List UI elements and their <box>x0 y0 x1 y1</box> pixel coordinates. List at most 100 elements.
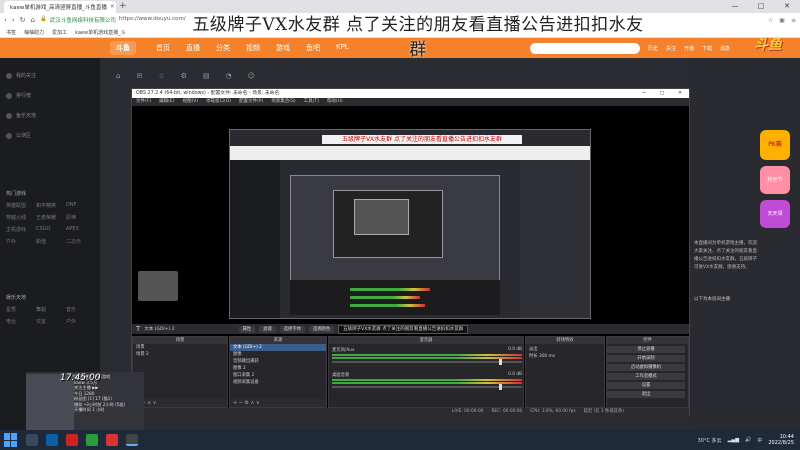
windows-start-icon[interactable] <box>4 433 18 447</box>
game-link[interactable]: 和平精英 <box>36 202 66 209</box>
follow-link[interactable]: 关注 <box>666 45 676 52</box>
scene-item[interactable]: 场景 2 <box>133 351 227 358</box>
game-link[interactable]: 穿越火线 <box>6 214 36 221</box>
smile-icon[interactable]: ☺ <box>248 72 255 80</box>
star-icon[interactable]: ☆ <box>768 17 773 24</box>
start-recording-button[interactable]: 开始录制 <box>607 355 685 362</box>
menu-icon[interactable]: ≡ <box>791 17 796 24</box>
menu-scene-collection[interactable]: 场景集合(S) <box>271 98 295 106</box>
extension-icon[interactable]: ▣ <box>779 17 785 24</box>
game-link[interactable]: 户外 <box>6 238 36 245</box>
virtual-camera-button[interactable]: 启动虚拟摄像机 <box>607 364 685 371</box>
menu-tools[interactable]: 工具(T) <box>304 98 319 106</box>
app-icon[interactable] <box>66 434 78 446</box>
clock-icon[interactable]: ◔ <box>226 72 232 80</box>
menu-profile[interactable]: 配置文件(P) <box>239 98 263 106</box>
text-content-field[interactable]: 五级牌子VX水友群 点了关注的朋友看直播公告进扣扣水友群 <box>338 324 469 334</box>
search-icon[interactable] <box>26 434 38 446</box>
minimize-button[interactable]: — <box>722 0 748 13</box>
studio-mode-button[interactable]: 工作室模式 <box>607 373 685 380</box>
taskbar-clock[interactable]: 10:44 2022/8/25 <box>768 434 794 446</box>
mail-icon[interactable]: ✉ <box>136 72 142 80</box>
chrome-browser-icon[interactable] <box>86 434 98 446</box>
list-icon[interactable]: ▤ <box>203 72 210 80</box>
home-icon[interactable]: ⌂ <box>31 16 35 24</box>
browser-tab[interactable]: kaew单机游戏_高清竖屏直播_斗鱼直播 ✕ <box>4 1 116 13</box>
menu-view[interactable]: 视图(V) <box>182 98 198 106</box>
obs-app-icon[interactable] <box>126 434 138 446</box>
category-link[interactable]: 户外 <box>66 318 96 325</box>
nav-item[interactable]: 首页 <box>156 43 170 53</box>
forward-icon[interactable]: › <box>12 16 15 24</box>
source-item[interactable]: 窗口采集 2 <box>230 372 326 379</box>
scene-item[interactable]: 场景 <box>133 344 227 351</box>
duration-input[interactable]: 300 ms <box>539 354 555 359</box>
category-link[interactable]: 交友 <box>36 318 66 325</box>
bookmark-item[interactable]: 柚柚助力 <box>24 29 44 36</box>
menu-edit[interactable]: 编辑(E) <box>159 98 174 106</box>
bookmark-item[interactable]: kaew单机游戏直播_斗 <box>75 29 126 36</box>
source-item[interactable]: 图像 2 <box>230 365 326 372</box>
volume-slider[interactable] <box>332 384 522 390</box>
settings-button[interactable]: 设置 <box>607 382 685 389</box>
close-tab-icon[interactable]: ✕ <box>110 4 115 10</box>
download-link[interactable]: 下载 <box>702 45 712 52</box>
game-link[interactable]: DNF <box>66 202 96 209</box>
promo-badge[interactable]: 粉丝节 <box>760 166 790 194</box>
game-link[interactable]: APEX <box>66 226 96 233</box>
history-link[interactable]: 历史 <box>648 45 658 52</box>
category-link[interactable]: 星秀 <box>6 306 36 313</box>
site-logo[interactable]: 斗鱼 <box>110 41 136 55</box>
menu-help[interactable]: 帮助(H) <box>327 98 343 106</box>
obs-maximize-button[interactable]: □ <box>653 89 671 98</box>
volume-slider[interactable] <box>332 359 522 365</box>
obs-close-button[interactable]: ✕ <box>671 89 689 98</box>
promo-badge[interactable]: PK赛 <box>760 130 790 160</box>
app-icon[interactable] <box>106 434 118 446</box>
category-link[interactable]: 舞蹈 <box>36 306 66 313</box>
sidebar-item[interactable]: 鱼乐天地 <box>6 112 36 119</box>
edge-browser-icon[interactable] <box>46 434 58 446</box>
game-link[interactable]: 英雄联盟 <box>6 202 36 209</box>
new-tab-button[interactable]: + <box>119 1 129 12</box>
category-link[interactable]: 音乐 <box>66 306 96 313</box>
source-item[interactable]: 音频输出捕获 <box>230 358 326 365</box>
game-link[interactable]: 王者荣耀 <box>36 214 66 221</box>
reload-icon[interactable]: ↻ <box>20 16 26 24</box>
volume-icon[interactable]: 🔊 <box>745 437 751 443</box>
game-link[interactable]: 主机游戏 <box>6 226 36 233</box>
select-color-button[interactable]: 选择颜色 <box>308 325 335 333</box>
obs-minimize-button[interactable]: — <box>635 89 653 98</box>
back-icon[interactable]: ‹ <box>4 16 7 24</box>
sidebar-item[interactable]: 我的关注 <box>6 72 36 79</box>
properties-button[interactable]: 属性 <box>238 325 256 333</box>
source-item[interactable]: 视频采集设备 <box>230 379 326 386</box>
transition-type-select[interactable]: 淡出 <box>526 346 604 353</box>
exit-button[interactable]: 退出 <box>607 391 685 398</box>
game-link[interactable]: 二次元 <box>66 238 96 245</box>
game-link[interactable]: 颜值 <box>36 238 66 245</box>
weather-indicator[interactable]: 30°C 多云 <box>698 437 722 444</box>
network-icon[interactable]: ▂▄▆ <box>728 437 740 443</box>
broadcast-link[interactable]: 开播 <box>684 45 694 52</box>
maximize-button[interactable]: □ <box>748 0 774 13</box>
menu-file[interactable]: 文件(F) <box>136 98 151 106</box>
message-link[interactable]: 消息 <box>720 45 730 52</box>
stop-streaming-button[interactable]: 停止直播 <box>607 346 685 353</box>
gear-icon[interactable]: ⚙ <box>181 72 187 80</box>
close-window-button[interactable]: ✕ <box>774 0 800 13</box>
ime-indicator[interactable]: 中 <box>757 437 762 444</box>
category-link[interactable]: 电台 <box>6 318 36 325</box>
menu-docks[interactable]: 停靠窗口(D) <box>206 98 231 106</box>
bookmark-item[interactable]: 爱加工 <box>52 29 67 36</box>
bookmark-item[interactable]: 书签 <box>6 29 16 36</box>
filters-button[interactable]: 滤镜 <box>259 325 276 333</box>
select-font-button[interactable]: 选择字体 <box>279 325 305 333</box>
game-link[interactable]: CSGO <box>36 226 66 233</box>
source-item[interactable]: 图像 <box>230 351 326 358</box>
sidebar-item[interactable]: 公测区 <box>6 132 31 139</box>
sidebar-item[interactable]: 排行榜 <box>6 92 31 99</box>
home-icon[interactable]: ⌂ <box>116 72 120 80</box>
game-link[interactable]: 原神 <box>66 214 96 221</box>
source-item[interactable]: 文本 (GDI+) 2 <box>230 344 326 351</box>
